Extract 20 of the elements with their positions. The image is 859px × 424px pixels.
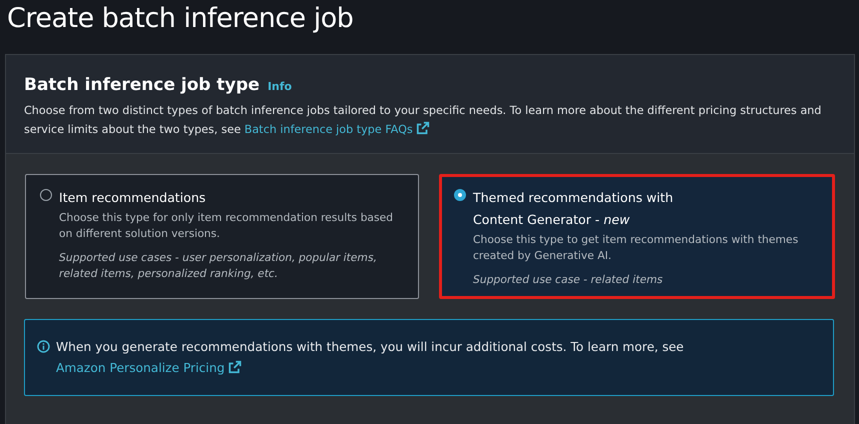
faq-link[interactable]: Batch inference job type FAQs [244, 123, 430, 136]
option-description: Choose this type to get item recommendations with themes created by Generative AI. [473, 232, 800, 264]
use-case-note: Supported use case - related items [473, 272, 664, 288]
job-type-option[interactable]: Themed recommendations with Content Generator - new Choose this type to get item recommendations with themes created by Generative AI. Supported use case - related items [439, 174, 835, 299]
alert-message: When you generate recommendations with themes, you will incur additional costs. To learn more, see Amazon Personalize Pricing [56, 339, 685, 377]
page-title: Create batch inference job [6, 2, 354, 36]
external-link-icon [228, 360, 242, 374]
external-link-icon [416, 121, 430, 135]
radio-button[interactable] [454, 189, 466, 201]
job-type-option[interactable] [25, 174, 419, 299]
section-description: Choose from two distinct types of batch inference jobs tailored to your specific needs. To learn more about the different pricing structures and service limits about the two types, see Batch inference job type FAQs [24, 103, 822, 138]
option-title: Themed recommendations with Content Generator - new [473, 189, 674, 229]
use-case-note: Supported use cases - user personalization, popular items, related items, personalized ranking, etc. [59, 250, 378, 282]
option-description: Choose this type for only item recommendation results based on different solution versions. [59, 210, 394, 242]
pricing-link[interactable]: Amazon Personalize Pricing [56, 361, 242, 375]
info-icon [37, 340, 50, 353]
section-title: Batch inference job type [24, 75, 260, 95]
option-title: Item recommendations [59, 189, 207, 207]
info-link[interactable]: Info [268, 80, 292, 93]
radio-button[interactable] [40, 189, 52, 201]
